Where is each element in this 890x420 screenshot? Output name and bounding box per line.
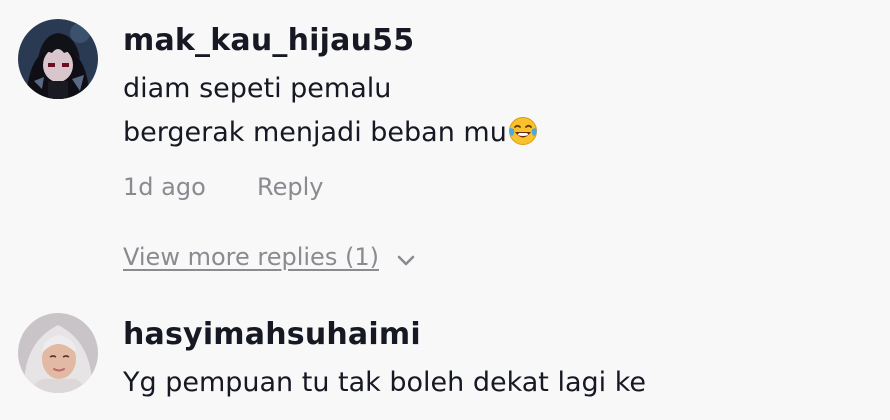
comment-text: bergerak menjadi beban mu [123,117,507,148]
comment-item: mak_kau_hijau55 diam sepeti pemalu berge… [0,0,890,300]
comment-timestamp: 1d ago [123,173,206,201]
view-more-replies-link[interactable]: View more replies (1) [123,243,379,271]
reply-button[interactable]: Reply [257,173,323,201]
user-avatar[interactable] [18,313,98,393]
user-avatar[interactable] [18,19,98,99]
comment-text-line: bergerak menjadi beban mu [123,116,538,148]
comment-text-line: Yg pempuan tu tak boleh dekat lagi ke [123,367,647,398]
comment-text-line: diam sepeti pemalu [123,73,392,104]
username[interactable]: mak_kau_hijau55 [123,23,414,58]
chevron-down-icon[interactable] [396,254,416,268]
hijab-avatar-icon [18,313,98,393]
username[interactable]: hasyimahsuhaimi [123,317,421,352]
tears-of-joy-emoji-icon [508,116,538,146]
comment-item: hasyimahsuhaimi Yg pempuan tu tak boleh … [0,300,890,420]
anime-avatar-icon [18,19,98,99]
